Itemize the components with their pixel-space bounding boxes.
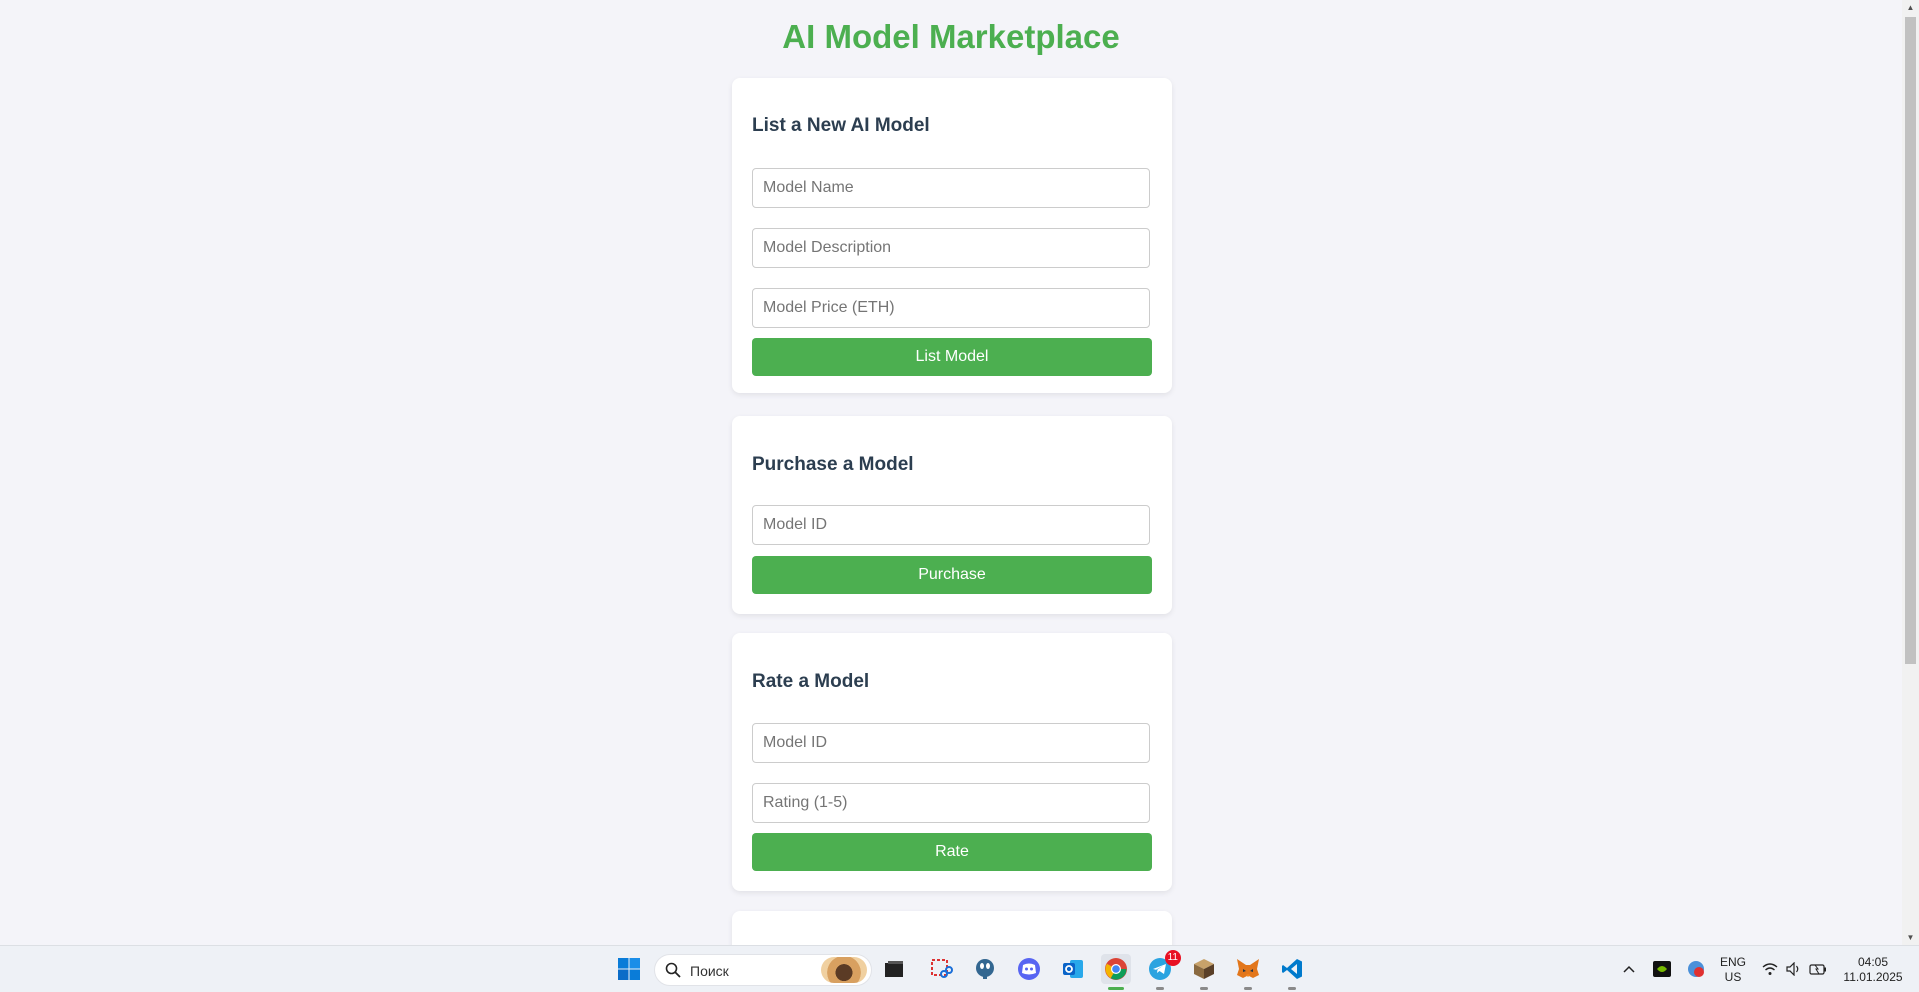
start-icon[interactable] — [614, 954, 644, 984]
search-icon — [665, 962, 681, 978]
browser-viewport: AI Model Marketplace List a New AI Model… — [0, 0, 1902, 945]
purchase-model-id-input[interactable] — [752, 505, 1150, 545]
telegram-icon[interactable]: 11 — [1145, 950, 1181, 990]
vscode-running-indicator — [1288, 987, 1296, 990]
file-explorer-icon[interactable] — [879, 954, 909, 984]
nvidia-icon[interactable] — [1648, 954, 1676, 984]
rating-input[interactable] — [752, 783, 1150, 823]
purchase-button[interactable]: Purchase — [752, 556, 1152, 594]
taskbar-search[interactable]: Поиск — [654, 954, 872, 986]
chrome-icon[interactable] — [1101, 954, 1131, 990]
model-description-input[interactable] — [752, 228, 1150, 268]
language-label: ENG — [1719, 955, 1746, 969]
purchase-model-card: Purchase a Model Purchase — [732, 416, 1172, 614]
language-indicator[interactable]: ENG US — [1716, 955, 1750, 985]
snipping-tool-icon[interactable] — [926, 954, 956, 984]
rate-model-heading: Rate a Model — [752, 671, 870, 692]
metamask-icon[interactable] — [1233, 954, 1263, 990]
package-running-indicator — [1200, 987, 1208, 990]
search-highlight-image — [821, 957, 867, 983]
chrome-active-indicator — [1108, 987, 1124, 990]
page-scrollbar[interactable]: ▲ ▼ — [1902, 0, 1919, 945]
volume-icon[interactable] — [1782, 954, 1806, 984]
show-hidden-icons-chevron-icon[interactable] — [1615, 954, 1643, 984]
postgresql-icon[interactable] — [970, 954, 1000, 984]
rate-model-card: Rate a Model Rate — [732, 633, 1172, 891]
next-card-partial — [732, 911, 1172, 945]
metamask-running-indicator — [1244, 987, 1252, 990]
tray-app-icon[interactable] — [1682, 954, 1710, 984]
scroll-thumb[interactable] — [1905, 17, 1916, 664]
page-title: AI Model Marketplace — [782, 18, 1120, 55]
region-label: US — [1724, 970, 1742, 984]
battery-icon[interactable] — [1806, 954, 1830, 984]
vscode-icon[interactable] — [1277, 954, 1307, 990]
model-name-input[interactable] — [752, 168, 1150, 208]
rate-model-id-input[interactable] — [752, 723, 1150, 763]
clock-time: 04:05 — [1857, 955, 1889, 969]
scroll-down-arrow-icon[interactable]: ▼ — [1902, 930, 1919, 945]
discord-icon[interactable] — [1014, 954, 1044, 984]
clock-date: 11.01.2025 — [1843, 970, 1903, 984]
telegram-running-indicator — [1156, 987, 1164, 990]
purchase-model-heading: Purchase a Model — [752, 454, 914, 475]
rate-button[interactable]: Rate — [752, 833, 1152, 871]
wifi-icon[interactable] — [1758, 954, 1782, 984]
windows-taskbar: Поиск 11 ENG US 04:05 11.01.2025 — [0, 945, 1919, 992]
telegram-unread-badge: 11 — [1164, 950, 1181, 966]
list-model-button[interactable]: List Model — [752, 338, 1152, 376]
clock[interactable]: 04:05 11.01.2025 — [1836, 955, 1910, 985]
package-icon[interactable] — [1189, 954, 1219, 990]
list-model-heading: List a New AI Model — [752, 115, 930, 136]
list-model-card: List a New AI Model List Model — [732, 78, 1172, 393]
model-price-input[interactable] — [752, 288, 1150, 328]
search-label: Поиск — [690, 963, 729, 979]
outlook-icon[interactable] — [1058, 954, 1088, 984]
scroll-up-arrow-icon[interactable]: ▲ — [1902, 0, 1919, 15]
